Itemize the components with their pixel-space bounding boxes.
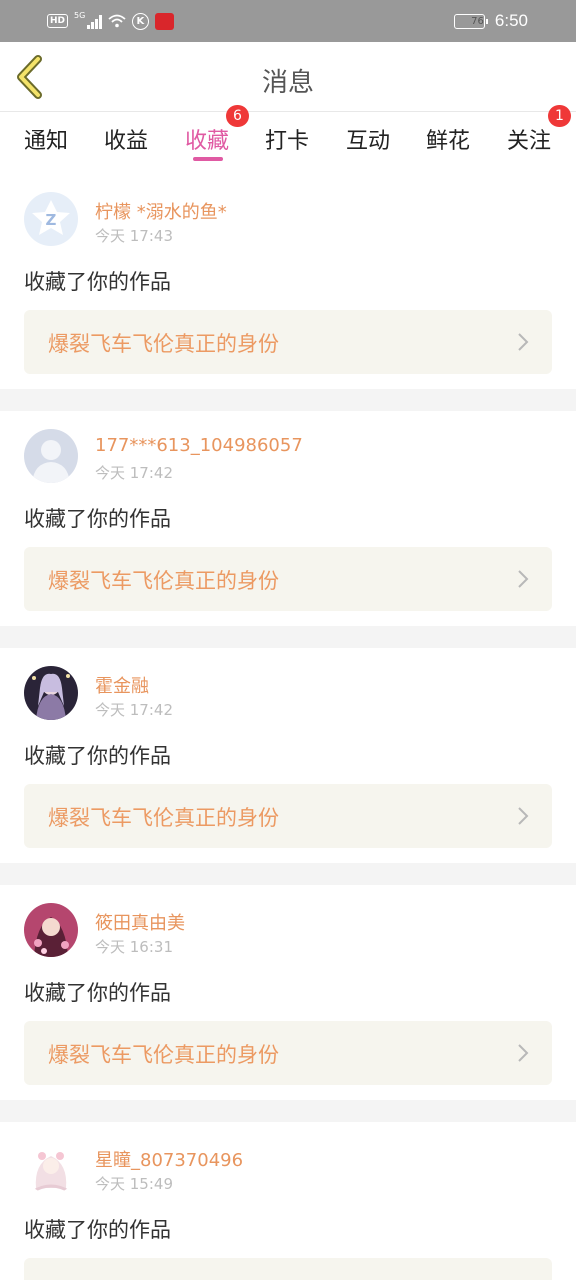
chevron-right-icon xyxy=(518,570,529,588)
avatar[interactable] xyxy=(24,1140,78,1194)
tab-bar: 通知 收益 收藏 打卡 互动 鲜花 关注 xyxy=(0,113,576,173)
list-item: 筱田真由美 今天 16:31 收藏了你的作品 爆裂飞车飞伦真正的身份 xyxy=(0,885,576,1100)
username[interactable]: 177***613_104986057 xyxy=(95,435,303,456)
action-text: 收藏了你的作品 xyxy=(24,1218,171,1242)
avatar[interactable] xyxy=(24,666,78,720)
active-tab-indicator xyxy=(193,157,223,161)
work-title: 爆裂飞车飞伦真正的身份 xyxy=(48,1043,279,1067)
work-title: 爆裂飞车飞伦真正的身份 xyxy=(48,806,279,830)
network-type: 5G xyxy=(74,11,86,20)
action-text: 收藏了你的作品 xyxy=(24,270,171,294)
tab-flowers[interactable]: 鲜花 xyxy=(426,123,470,155)
default-person-avatar-icon xyxy=(24,429,78,483)
work-card[interactable]: 爆裂飞车飞伦真正的身份 xyxy=(24,547,552,611)
work-card[interactable] xyxy=(24,1258,552,1280)
tab-interaction[interactable]: 互动 xyxy=(346,123,390,155)
avatar[interactable]: Z xyxy=(24,192,78,246)
tab-notify[interactable]: 通知 xyxy=(24,123,68,155)
timestamp: 今天 17:43 xyxy=(95,227,173,245)
message-list: Z 柠檬 *溺水的鱼* 今天 17:43 收藏了你的作品 爆裂飞车飞伦真正的身份… xyxy=(0,174,576,1280)
clock: 6:50 xyxy=(494,11,528,30)
battery-level: 76 xyxy=(471,15,484,27)
avatar[interactable] xyxy=(24,429,78,483)
tab-favorites[interactable]: 收藏 xyxy=(185,123,229,155)
tab-follow[interactable]: 关注 xyxy=(507,123,551,155)
page-title: 消息 xyxy=(261,68,314,98)
action-text: 收藏了你的作品 xyxy=(24,981,171,1005)
action-text: 收藏了你的作品 xyxy=(24,507,171,531)
timestamp: 今天 17:42 xyxy=(95,701,173,719)
follow-badge: 1 xyxy=(548,105,571,127)
status-bar: HD 5G K 76 6:50 xyxy=(0,0,576,42)
work-card[interactable]: 爆裂飞车飞伦真正的身份 xyxy=(24,1021,552,1085)
default-logo-avatar-icon: Z xyxy=(24,192,78,246)
anime-avatar-dark-icon xyxy=(24,666,78,720)
list-item: 霍金融 今天 17:42 收藏了你的作品 爆裂飞车飞伦真正的身份 xyxy=(0,648,576,863)
k-app-icon: K xyxy=(131,12,149,30)
list-item: 177***613_104986057 今天 17:42 收藏了你的作品 爆裂飞… xyxy=(0,411,576,626)
avatar[interactable] xyxy=(24,903,78,957)
timestamp: 今天 16:31 xyxy=(95,938,173,956)
username[interactable]: 柠檬 *溺水的鱼* xyxy=(95,198,227,224)
divider xyxy=(0,626,576,648)
hd-indicator: HD xyxy=(47,14,69,28)
work-title: 爆裂飞车飞伦真正的身份 xyxy=(48,332,279,356)
chevron-right-icon xyxy=(518,333,529,351)
work-card[interactable]: 爆裂飞车飞伦真正的身份 xyxy=(24,784,552,848)
work-card[interactable]: 爆裂飞车飞伦真正的身份 xyxy=(24,310,552,374)
app-notification-icon xyxy=(154,12,174,30)
signal-icon xyxy=(87,14,102,29)
divider xyxy=(0,863,576,885)
battery-icon: 76 xyxy=(453,13,488,29)
username[interactable]: 筱田真由美 xyxy=(95,909,185,935)
anime-avatar-pink-icon xyxy=(24,903,78,957)
list-item: Z 柠檬 *溺水的鱼* 今天 17:43 收藏了你的作品 爆裂飞车飞伦真正的身份 xyxy=(0,174,576,389)
work-title: 爆裂飞车飞伦真正的身份 xyxy=(48,569,279,593)
timestamp: 今天 17:42 xyxy=(95,464,173,482)
chevron-right-icon xyxy=(518,1044,529,1062)
tab-earnings[interactable]: 收益 xyxy=(104,123,148,155)
username[interactable]: 星瞳_807370496 xyxy=(95,1146,243,1172)
wifi-icon xyxy=(108,14,126,28)
favorites-badge: 6 xyxy=(226,105,249,127)
list-item: 星瞳_807370496 今天 15:49 收藏了你的作品 xyxy=(0,1122,576,1280)
svg-text:Z: Z xyxy=(46,211,57,229)
chevron-right-icon xyxy=(518,807,529,825)
anime-avatar-light-icon xyxy=(24,1140,78,1194)
username[interactable]: 霍金融 xyxy=(95,672,149,698)
header: 消息 xyxy=(0,42,576,112)
divider xyxy=(0,389,576,411)
action-text: 收藏了你的作品 xyxy=(24,744,171,768)
tab-checkin[interactable]: 打卡 xyxy=(265,123,309,155)
divider xyxy=(0,1100,576,1122)
timestamp: 今天 15:49 xyxy=(95,1175,173,1193)
